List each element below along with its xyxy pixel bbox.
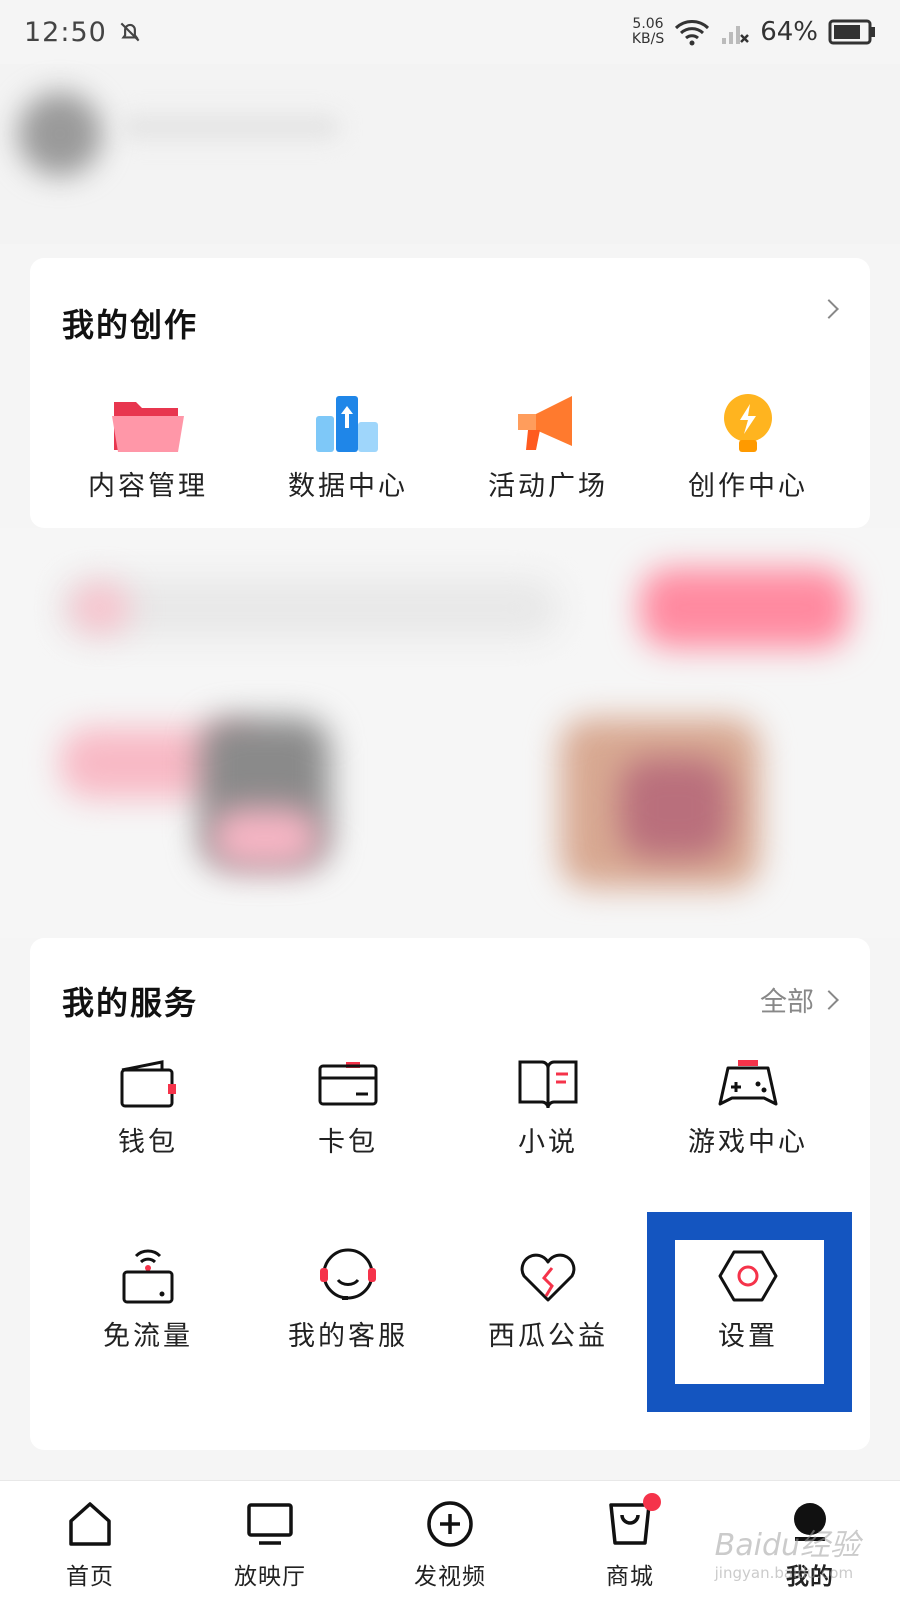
nav-me[interactable]: 我的 [720,1481,900,1600]
creation-title: 我的创作 [62,306,199,344]
services-title: 我的服务 [62,984,199,1022]
creation-item-data-center[interactable]: 数据中心 [248,392,448,503]
avatar[interactable] [18,92,102,176]
nav-post-video[interactable]: 发视频 [360,1481,540,1600]
card-icon [318,1062,378,1106]
wallet-icon [120,1060,176,1108]
nav-label: 首页 [66,1564,114,1590]
home-icon [69,1502,111,1546]
notification-dot [643,1493,661,1511]
blurred-content-area [0,528,900,938]
creation-item-creator-center[interactable]: 创作中心 [648,392,848,503]
service-item-label: 钱包 [118,1127,178,1158]
signal-icon [722,26,750,44]
service-item-game-center[interactable]: 游戏中心 [648,1056,848,1159]
creation-item-label: 创作中心 [688,471,808,502]
nav-mall[interactable]: 商城 [540,1481,720,1600]
folder-icon [112,402,184,452]
service-item-label: 设置 [718,1321,778,1352]
service-item-xigua-charity[interactable]: 西瓜公益 [448,1246,648,1353]
service-item-customer-service[interactable]: 我的客服 [248,1246,448,1353]
tv-icon [247,1503,293,1545]
service-item-settings[interactable]: 设置 [648,1246,848,1353]
services-all-label: 全部 [760,987,814,1018]
wifi-icon [675,20,710,46]
creation-more-button[interactable] [819,299,839,319]
gamepad-icon [718,1060,778,1106]
bell-off-icon [120,22,140,42]
service-item-free-data[interactable]: 免流量 [48,1246,248,1353]
battery-icon [828,19,875,45]
settings-icon [718,1250,778,1302]
megaphone-icon [518,396,572,450]
battery-percent: 64% [760,17,818,47]
creation-item-label: 数据中心 [288,471,408,502]
creation-item-label: 内容管理 [88,471,208,502]
nav-home[interactable]: 首页 [0,1481,180,1600]
service-item-label: 我的客服 [288,1321,408,1352]
service-item-label: 免流量 [103,1321,193,1352]
add-video-icon [427,1501,473,1547]
profile-header[interactable] [0,64,900,244]
lightbulb-icon [724,394,772,452]
creation-card: 我的创作 内容管理 数据中心 活动广场 创作中心 [30,258,870,528]
book-icon [518,1060,578,1109]
service-item-novel[interactable]: 小说 [448,1056,648,1159]
service-item-label: 游戏中心 [688,1127,808,1158]
status-time: 12:50 [24,16,107,48]
creation-item-activity-square[interactable]: 活动广场 [448,392,648,503]
profile-icon [794,1503,826,1541]
data-chart-icon [316,396,378,452]
creation-item-label: 活动广场 [488,471,608,502]
service-item-label: 西瓜公益 [488,1321,608,1352]
service-item-label: 卡包 [318,1127,378,1158]
heart-icon [520,1253,576,1302]
chevron-right-icon [819,299,839,319]
headset-icon [320,1248,376,1300]
nav-theater[interactable]: 放映厅 [180,1481,360,1600]
network-speed: 5.06 KB/S [631,16,665,47]
nav-label: 我的 [786,1564,834,1590]
username-blurred [120,114,340,140]
services-all-button[interactable]: 全部 [760,980,839,1019]
service-item-label: 小说 [518,1127,578,1158]
creation-item-content-management[interactable]: 内容管理 [48,392,248,503]
chevron-right-icon [819,989,839,1010]
status-bar: 12:50 5.06 KB/S 64% [0,0,900,64]
nav-label: 放映厅 [234,1564,306,1590]
service-item-card-holder[interactable]: 卡包 [248,1056,448,1159]
service-item-wallet[interactable]: 钱包 [48,1056,248,1159]
free-data-icon [122,1249,174,1304]
nav-label: 商城 [606,1564,654,1590]
services-card: 我的服务 全部 钱包 卡包 小说 游戏中心 免流量 我的客服 西瓜公益 设置 [30,938,870,1450]
nav-label: 发视频 [414,1564,486,1590]
bottom-nav: 首页 放映厅 发视频 商城 我的 [0,1480,900,1600]
